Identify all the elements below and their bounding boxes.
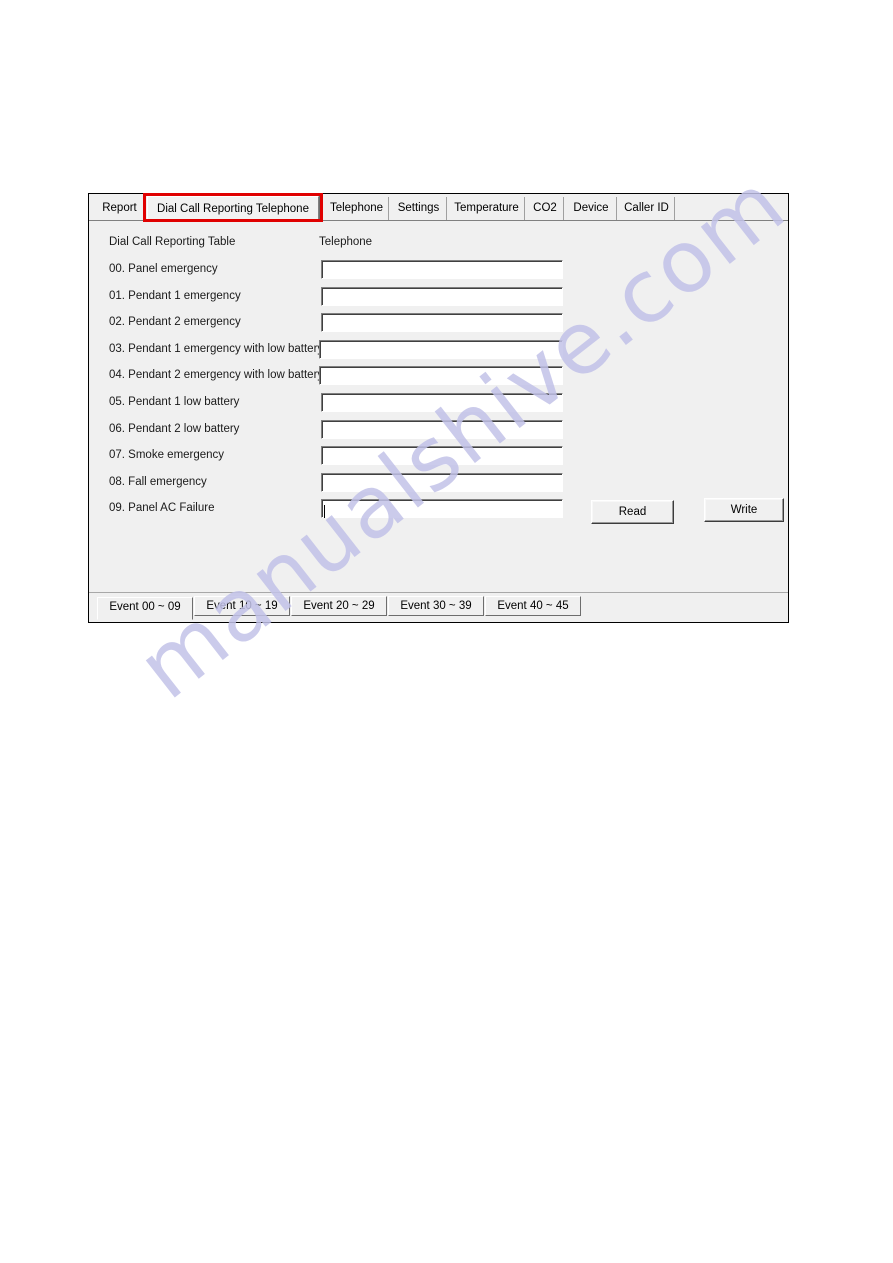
top-tab-dial-call-reporting-telephone[interactable]: Dial Call Reporting Telephone [147, 196, 319, 221]
telephone-input-07[interactable] [321, 446, 563, 466]
event-row: 09. Panel AC Failure [89, 499, 788, 521]
top-tab-temperature[interactable]: Temperature [449, 197, 525, 220]
event-row: 02. Pendant 2 emergency [89, 313, 788, 335]
top-tab-bar: Report Dial Call Reporting Telephone Telep… [89, 193, 788, 222]
dial-call-reporting-panel: Dial Call Reporting Table Telephone 00. … [89, 221, 788, 592]
top-tab-telephone[interactable]: Telephone [325, 197, 389, 220]
telephone-input-08[interactable] [321, 472, 563, 492]
event-row-label: 04. Pendant 2 emergency with low battery [109, 369, 324, 382]
bottom-tab-bar: Event 00 ~ 09 Event 10 ~ 19 Event 20 ~ 29 E… [89, 592, 788, 622]
telephone-input-00[interactable] [321, 260, 563, 279]
event-row: 04. Pendant 2 emergency with low battery [89, 366, 788, 388]
event-row-label: 01. Pendant 1 emergency [109, 289, 241, 302]
bottom-tab-event-20-29[interactable]: Event 20 ~ 29 [291, 596, 387, 616]
event-row: 01. Pendant 1 emergency [89, 286, 788, 309]
top-tab-settings[interactable]: Settings [391, 197, 447, 220]
top-tab-device[interactable]: Device [566, 197, 617, 220]
bottom-tab-event-10-19[interactable]: Event 10 ~ 19 [194, 596, 290, 616]
event-row-label: 03. Pendant 1 emergency with low battery [109, 342, 324, 355]
bottom-tab-event-00-09[interactable]: Event 00 ~ 09 [97, 597, 193, 620]
telephone-column-header: Telephone [319, 236, 373, 248]
bottom-tab-event-30-39[interactable]: Event 30 ~ 39 [388, 596, 484, 616]
event-row-label: 05. Pendant 1 low battery [109, 396, 240, 408]
dial-call-reporting-table-header: Dial Call Reporting Table [109, 236, 236, 248]
top-tab-report[interactable]: Report [95, 197, 145, 220]
event-row: 05. Pendant 1 low battery [89, 393, 788, 415]
event-row: 00. Panel emergency [89, 260, 788, 282]
telephone-input-05[interactable] [321, 393, 563, 412]
event-row-label: 00. Panel emergency [109, 263, 218, 275]
event-row-label: 02. Pendant 2 emergency [109, 316, 241, 329]
event-row-label: 07. Smoke emergency [109, 449, 225, 462]
telephone-input-06[interactable] [321, 419, 563, 439]
write-button[interactable]: Write [704, 498, 784, 522]
event-row: 03. Pendant 1 emergency with low battery [89, 339, 788, 362]
read-button[interactable]: Read [591, 500, 674, 524]
event-row: 07. Smoke emergency [89, 446, 788, 468]
event-row: 06. Pendant 2 low battery [89, 419, 788, 442]
telephone-input-04[interactable] [319, 366, 563, 386]
event-row-label: 08. Fall emergency [109, 475, 207, 488]
event-row-label: 06. Pendant 2 low battery [109, 422, 240, 435]
application-window: Report Dial Call Reporting Telephone Telep… [88, 193, 789, 623]
event-row-label: 09. Panel AC Failure [109, 502, 215, 515]
telephone-input-03[interactable] [319, 339, 563, 359]
top-tab-caller-id[interactable]: Caller ID [619, 197, 675, 220]
top-tab-co2[interactable]: CO2 [527, 197, 564, 220]
bottom-tab-event-40-45[interactable]: Event 40 ~ 45 [485, 596, 581, 616]
page-watermark: manualshive.com [0, 0, 893, 1263]
telephone-input-01[interactable] [321, 286, 563, 306]
text-cursor-caret [324, 505, 325, 519]
event-row: 08. Fall emergency [89, 472, 788, 495]
telephone-input-09[interactable] [321, 499, 563, 519]
telephone-input-02[interactable] [321, 313, 563, 333]
